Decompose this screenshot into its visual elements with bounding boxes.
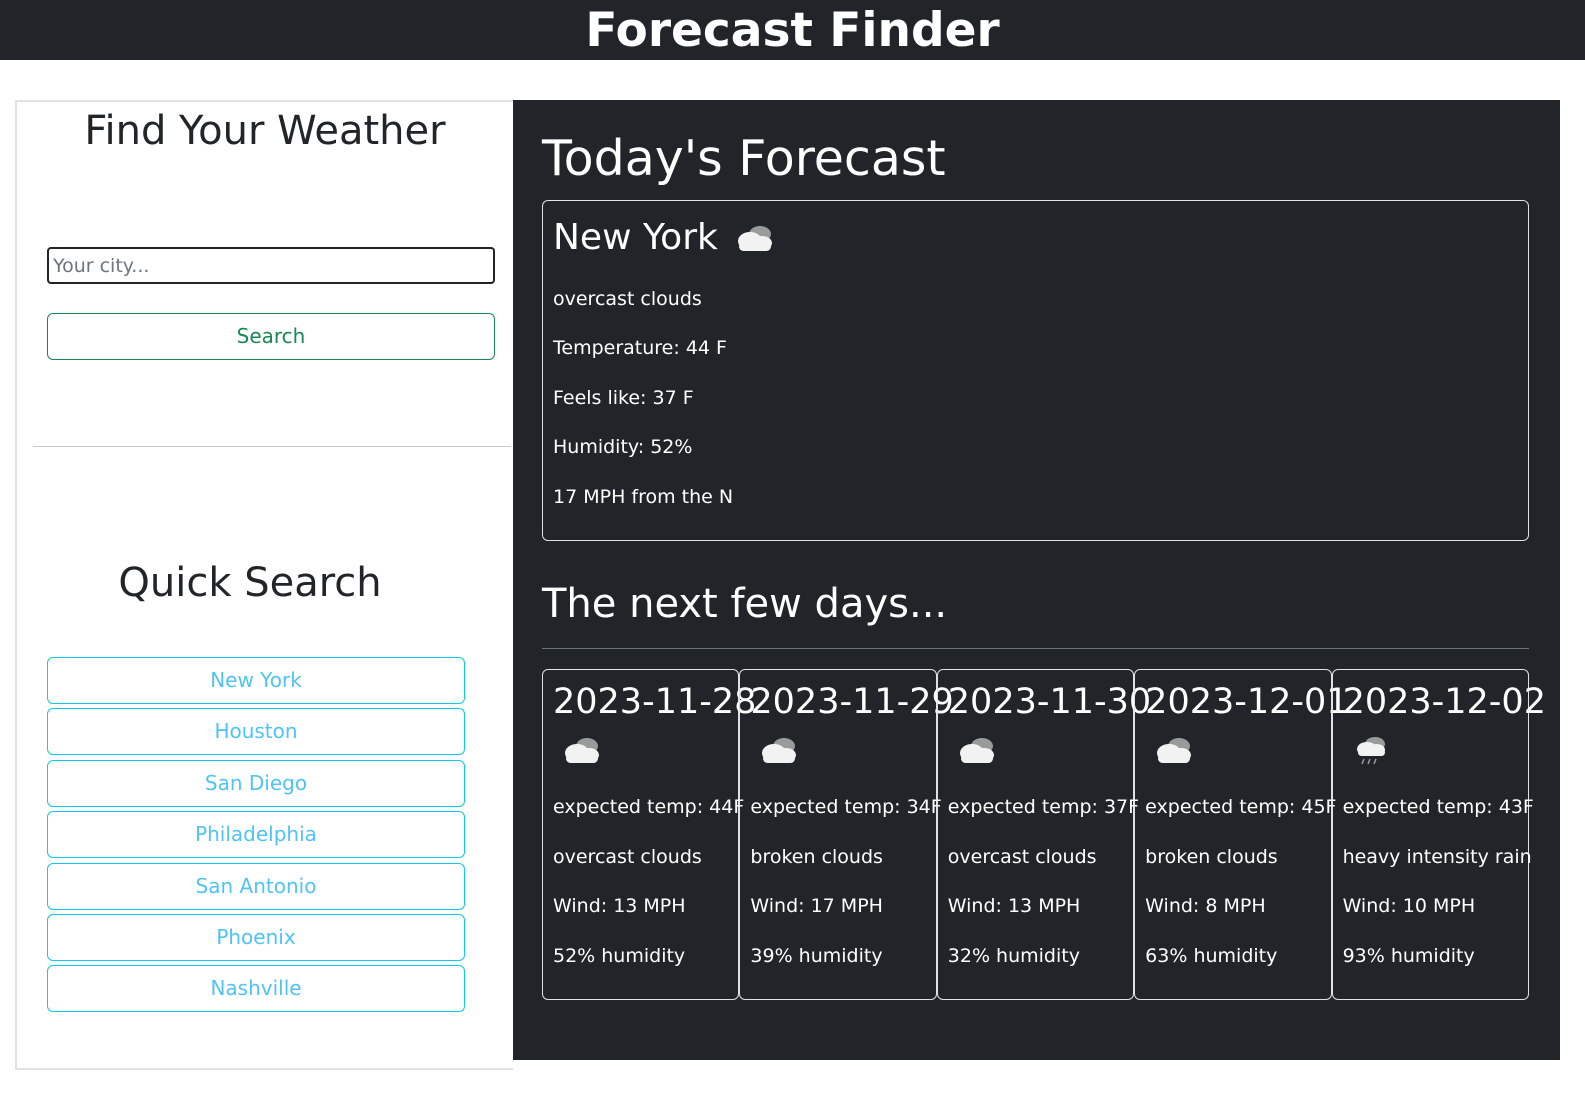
overcast-clouds-icon xyxy=(737,225,772,251)
forecast-description: overcast clouds xyxy=(947,846,1097,868)
forecast-date: 2023-12-02 xyxy=(1342,682,1546,722)
forecast-day-card: 2023-12-01 expected temp: 45F broken clo… xyxy=(1134,669,1349,1000)
forecast-wind: Wind: 13 MPH xyxy=(553,895,686,917)
city-search-input[interactable] xyxy=(47,247,495,284)
forecast-wind: Wind: 10 MPH xyxy=(1342,895,1476,917)
quick-search-nashville[interactable]: Nashville xyxy=(47,965,465,1013)
forecast-day-card: 2023-11-28 expected temp: 44F overcast c… xyxy=(542,669,756,1000)
quick-search-san-diego[interactable]: San Diego xyxy=(47,759,465,807)
forecast-temp: expected temp: 37F xyxy=(947,796,1140,818)
forecast-day-card: 2023-12-02 expected temp: 43F heavy inte… xyxy=(1331,669,1546,1000)
forecast-day-card: 2023-11-30 expected temp: 37F overcast c… xyxy=(936,669,1151,1000)
quick-search-san-antonio[interactable]: San Antonio xyxy=(47,862,465,910)
today-description: overcast clouds xyxy=(553,288,702,310)
overcast-clouds-icon xyxy=(565,738,599,763)
next-days-divider xyxy=(542,648,1529,649)
forecast-humidity: 93% humidity xyxy=(1342,945,1475,967)
forecast-temp: expected temp: 44F xyxy=(553,796,745,818)
quick-search-heading: Quick Search xyxy=(118,560,382,606)
quick-search-new-york[interactable]: New York xyxy=(47,657,465,704)
quick-search-houston[interactable]: Houston xyxy=(47,708,465,756)
forecast-description: overcast clouds xyxy=(553,846,702,868)
forecast-description: broken clouds xyxy=(750,846,883,868)
broken-clouds-icon xyxy=(762,738,797,763)
forecast-description: broken clouds xyxy=(1145,846,1278,868)
today-wind: 17 MPH from the N xyxy=(553,486,734,508)
forecast-day-card: 2023-11-29 expected temp: 34F broken clo… xyxy=(739,669,954,1000)
forecast-date: 2023-11-28 xyxy=(553,682,757,722)
forecast-humidity: 52% humidity xyxy=(553,945,686,967)
today-humidity: Humidity: 52% xyxy=(553,436,693,458)
quick-search-list: New York Houston San Diego Philadelphia … xyxy=(47,657,465,1017)
today-forecast-heading: Today's Forecast xyxy=(542,130,946,187)
app-title: Forecast Finder xyxy=(0,0,1585,60)
forecast-temp: expected temp: 43F xyxy=(1342,796,1534,818)
today-city-row: New York xyxy=(553,217,778,258)
forecast-temp: expected temp: 34F xyxy=(750,796,942,818)
sidebar: Find Your Weather Search Quick Search Ne… xyxy=(15,100,513,1070)
today-temperature: Temperature: 44 F xyxy=(553,337,727,359)
forecast-date: 2023-11-29 xyxy=(750,682,954,722)
forecast-humidity: 32% humidity xyxy=(947,945,1080,967)
today-forecast-card: New York overcast clouds Temperature: 44… xyxy=(542,200,1529,541)
broken-clouds-icon xyxy=(1157,738,1192,763)
find-weather-heading: Find Your Weather xyxy=(84,108,446,154)
forecast-date: 2023-12-01 xyxy=(1145,682,1349,722)
forecast-wind: Wind: 13 MPH xyxy=(947,895,1081,917)
next-days-heading: The next few days... xyxy=(542,581,948,627)
forecast-wind: Wind: 17 MPH xyxy=(750,895,883,917)
quick-search-phoenix[interactable]: Phoenix xyxy=(47,913,465,961)
forecast-wind: Wind: 8 MPH xyxy=(1145,895,1266,917)
forecast-humidity: 63% humidity xyxy=(1145,945,1278,967)
today-feels-like: Feels like: 37 F xyxy=(553,387,694,409)
forecast-day-list: 2023-11-28 expected temp: 44F overcast c… xyxy=(542,669,1546,1000)
forecast-date: 2023-11-30 xyxy=(947,682,1152,722)
quick-search-philadelphia[interactable]: Philadelphia xyxy=(47,811,465,859)
forecast-humidity: 39% humidity xyxy=(750,945,883,967)
today-city-name: New York xyxy=(553,217,718,258)
forecast-panel: Today's Forecast New York overcast cloud… xyxy=(513,100,1560,1060)
sidebar-divider xyxy=(33,446,511,447)
search-button[interactable]: Search xyxy=(47,313,495,360)
overcast-clouds-icon xyxy=(959,738,994,763)
forecast-description: heavy intensity rain xyxy=(1342,846,1532,868)
rain-icon xyxy=(1356,737,1385,765)
forecast-temp: expected temp: 45F xyxy=(1145,796,1337,818)
